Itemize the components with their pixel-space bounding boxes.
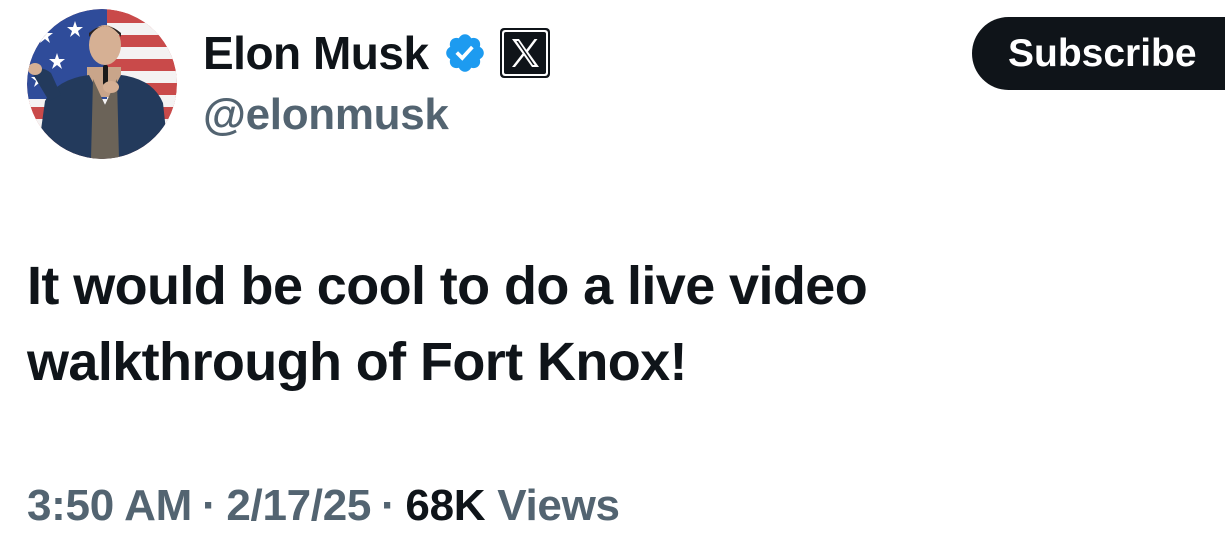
views-label: Views bbox=[497, 481, 620, 530]
meta-separator: · bbox=[381, 481, 396, 530]
tweet-card: Elon Musk @elonmusk Subscribe It would b… bbox=[0, 0, 1225, 555]
tweet-text-line: walkthrough of Fort Knox! bbox=[27, 332, 688, 392]
author-name-row: Elon Musk bbox=[203, 24, 551, 82]
subscribe-button[interactable]: Subscribe bbox=[972, 17, 1225, 90]
verified-badge-icon[interactable] bbox=[443, 31, 487, 75]
tweet-text: It would be cool to do a live video walk… bbox=[27, 248, 1177, 400]
avatar-photo bbox=[27, 9, 177, 159]
tweet-time[interactable]: 3:50 AM bbox=[27, 481, 192, 531]
meta-separator: · bbox=[201, 481, 217, 530]
author-display-name[interactable]: Elon Musk bbox=[203, 26, 429, 80]
tweet-text-line: It would be cool to do a live video bbox=[27, 256, 868, 316]
tweet-date[interactable]: 2/17/25 bbox=[226, 481, 371, 531]
views-count: 68K bbox=[405, 481, 486, 530]
x-logo-icon[interactable] bbox=[499, 27, 551, 79]
tweet-meta: 3:50 AM · 2/17/25 · 68K Views bbox=[27, 478, 620, 534]
avatar[interactable] bbox=[27, 9, 177, 159]
author-handle[interactable]: @elonmusk bbox=[203, 90, 449, 140]
